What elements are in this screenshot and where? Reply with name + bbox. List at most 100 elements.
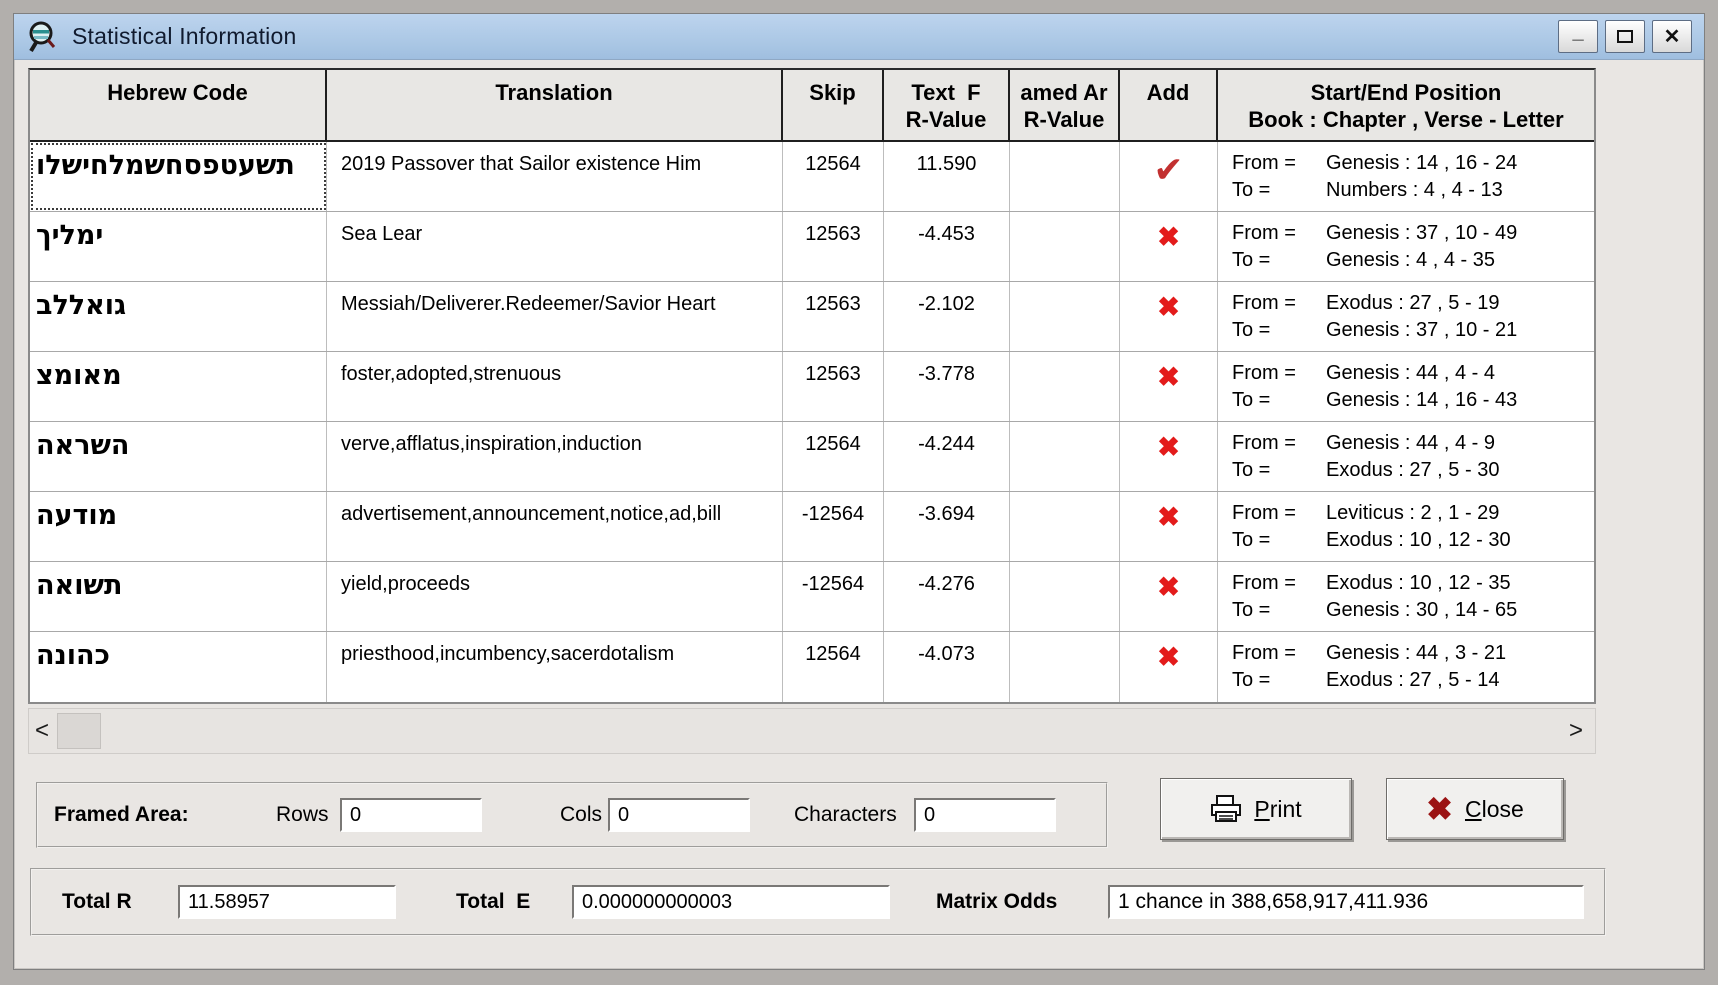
totals-panel: Total R Total E Matrix Odds [30,868,1606,936]
hebrew-code-cell[interactable]: ימליך [30,212,327,281]
close-icon: ✕ [1663,26,1681,48]
horizontal-scrollbar[interactable]: < > [28,708,1596,754]
hebrew-code-cell[interactable]: כהונה [30,632,327,702]
title-bar[interactable]: Statistical Information _ ✕ [14,14,1704,60]
position-cell: From = Genesis : 44 , 3 - 21 To = Exodus :… [1232,642,1507,691]
print-button-label: Print [1254,795,1302,822]
skip-cell: 12564 [783,632,884,702]
add-mark-icon: ✔ [1153,149,1184,190]
table-row[interactable]: מודעה advertisement,announcement,notice,… [30,492,1594,562]
skip-cell: 12563 [783,352,884,421]
add-cell[interactable]: ✖ [1120,352,1218,421]
add-mark-icon: ✖ [1157,222,1180,252]
scroll-left-arrow-icon[interactable]: < [29,718,55,744]
header-hebrew-code: Hebrew Code [30,70,327,140]
text-r-value-cell: -4.244 [884,422,1010,491]
position-cell: From = Exodus : 27 , 5 - 19 To = Genesis :… [1232,292,1518,341]
magnifier-icon [24,19,60,55]
skip-cell: -12564 [783,492,884,561]
rows-input[interactable] [340,798,482,832]
add-cell[interactable]: ✖ [1120,632,1218,702]
close-button-label: Close [1464,795,1524,822]
skip-cell: 12564 [783,422,884,491]
cols-input[interactable] [608,798,750,832]
position-cell: From = Genesis : 14 , 16 - 24 To = Numbers… [1232,152,1518,201]
position-cell: From = Exodus : 10 , 12 - 35 To = Genesis … [1232,572,1518,621]
hebrew-code-cell[interactable]: השראה [30,422,327,491]
scroll-right-arrow-icon[interactable]: > [1563,718,1589,744]
hebrew-code-cell[interactable]: תשואה [30,562,327,631]
text-r-value-cell: -2.102 [884,282,1010,351]
framed-r-value-cell [1010,422,1120,491]
add-cell[interactable]: ✖ [1120,562,1218,631]
framed-r-value-cell [1010,562,1120,631]
close-button[interactable]: ✖ Close [1386,778,1564,840]
hebrew-code-cell[interactable]: מאומצ [30,352,327,421]
framed-r-value-cell [1010,492,1120,561]
print-button[interactable]: Print [1160,778,1352,840]
rows-label: Rows [276,803,329,826]
printer-icon [1211,795,1242,822]
table-row[interactable]: מאומצ foster,adopted,strenuous 12563 -3.… [30,352,1594,422]
statistical-information-window: Statistical Information _ ✕ Hebrew Code … [13,13,1705,970]
translation-cell: Sea Lear [327,212,783,281]
skip-cell: 12563 [783,212,884,281]
text-r-value-cell: -4.276 [884,562,1010,631]
skip-cell: 12564 [783,142,884,211]
characters-input[interactable] [914,798,1056,832]
total-e-label: Total E [456,890,531,913]
table-row[interactable]: גואללב Messiah/Deliverer.Redeemer/Savior… [30,282,1594,352]
add-mark-icon: ✖ [1157,642,1180,672]
results-grid: Hebrew Code Translation Skip Text F R-Val… [28,68,1596,704]
hebrew-code-cell[interactable]: תשעטפסחשמלחישלו [30,142,327,211]
table-row[interactable]: ימליך Sea Lear 12563 -4.453 ✖ From = Gene… [30,212,1594,282]
total-r-input[interactable] [178,885,396,919]
desktop-background: { "window": { "title": "Statistical Info… [0,0,1718,985]
table-row[interactable]: השראה verve,afflatus,inspiration,inducti… [30,422,1594,492]
header-start-end-position: Start/End Position Book : Chapter , Verse… [1248,80,1564,132]
translation-cell: priesthood,incumbency,sacerdotalism [327,632,783,702]
translation-cell: Messiah/Deliverer.Redeemer/Savior Heart [327,282,783,351]
translation-cell: advertisement,announcement,notice,ad,bil… [327,492,783,561]
window-controls: _ ✕ [1558,20,1692,53]
total-e-input[interactable] [572,885,890,919]
table-row[interactable]: כהונה priesthood,incumbency,sacerdotalis… [30,632,1594,702]
add-cell[interactable]: ✖ [1120,282,1218,351]
skip-cell: 12563 [783,282,884,351]
add-mark-icon: ✖ [1157,292,1180,322]
matrix-odds-label: Matrix Odds [936,890,1058,913]
position-cell: From = Genesis : 44 , 4 - 4 To = Genesis :… [1232,362,1518,411]
table-row[interactable]: תשואה yield,proceeds -12564 -4.276 ✖ Fro… [30,562,1594,632]
translation-cell: 2019 Passover that Sailor existence Him [327,142,783,211]
maximize-button[interactable] [1605,20,1645,53]
skip-cell: -12564 [783,562,884,631]
add-cell[interactable]: ✖ [1120,492,1218,561]
add-mark-icon: ✖ [1157,572,1180,602]
position-cell: From = Genesis : 37 , 10 - 49 To = Genesis… [1232,222,1518,271]
add-cell[interactable]: ✔ [1120,142,1218,211]
hebrew-code-cell[interactable]: גואללב [30,282,327,351]
header-add: Add [1120,70,1218,140]
close-window-button[interactable]: ✕ [1652,20,1692,53]
close-x-icon: ✖ [1426,791,1453,827]
minimize-button[interactable]: _ [1558,20,1598,53]
window-title: Statistical Information [72,23,297,49]
matrix-odds-input[interactable] [1108,885,1584,919]
header-framed-area-r-value: amed Ar R-Value [1010,70,1120,140]
header-translation: Translation [327,70,783,140]
table-row[interactable]: תשעטפסחשמלחישלו 2019 Passover that Sailo… [30,142,1594,212]
text-r-value-cell: -3.694 [884,492,1010,561]
hebrew-code-cell[interactable]: מודעה [30,492,327,561]
translation-cell: foster,adopted,strenuous [327,352,783,421]
total-r-label: Total R [62,890,132,913]
minimize-icon: _ [1572,21,1584,43]
text-r-value-cell: -3.778 [884,352,1010,421]
text-r-value-cell: -4.453 [884,212,1010,281]
framed-area-label: Framed Area: [54,803,189,826]
add-cell[interactable]: ✖ [1120,212,1218,281]
add-cell[interactable]: ✖ [1120,422,1218,491]
framed-area-panel: Framed Area: Rows Cols Characters [36,782,1108,848]
framed-r-value-cell [1010,212,1120,281]
scrollbar-thumb[interactable] [57,713,101,749]
grid-header-row: Hebrew Code Translation Skip Text F R-Val… [30,70,1594,142]
